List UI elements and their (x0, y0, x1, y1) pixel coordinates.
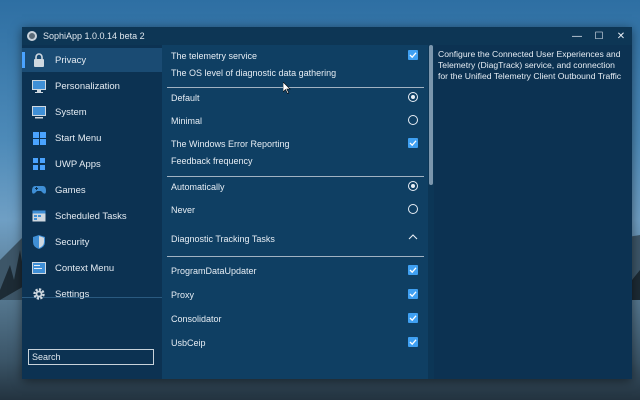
task-consolidator[interactable]: Consolidator (171, 311, 423, 327)
sidebar-item-label: System (55, 106, 87, 118)
tracking-tasks-expander[interactable]: Diagnostic Tracking Tasks (171, 231, 423, 247)
task-checkbox[interactable] (408, 289, 418, 299)
group-header: Diagnostic Tracking Tasks (171, 234, 275, 244)
setting-label: The telemetry service (171, 51, 258, 61)
option-label: Default (171, 93, 200, 103)
option-automatically[interactable]: Automatically (171, 179, 423, 195)
sidebar-item-scheduled-tasks[interactable]: Scheduled Tasks (22, 204, 162, 228)
gear-icon (32, 287, 46, 301)
minimize-button[interactable]: — (566, 27, 588, 45)
sidebar-item-start-menu[interactable]: Start Menu (22, 126, 162, 150)
sidebar-item-label: Privacy (55, 54, 87, 66)
sidebar-item-uwp-apps[interactable]: UWP Apps (22, 152, 162, 176)
context-menu-icon (32, 261, 46, 275)
setting-description: Configure the Connected User Experiences… (438, 49, 622, 81)
sidebar-item-label: Start Menu (55, 132, 102, 144)
task-label: Consolidator (171, 314, 222, 324)
chevron-up-icon[interactable] (408, 233, 418, 244)
sidebar-item-context-menu[interactable]: Context Menu (22, 256, 162, 280)
feedback-frequency-header: Feedback frequency (171, 153, 423, 169)
uwp-apps-icon (32, 157, 46, 171)
maximize-button[interactable]: ☐ (588, 27, 610, 45)
telemetry-service-checkbox[interactable] (408, 50, 418, 60)
task-proxy[interactable]: Proxy (171, 287, 423, 303)
default-radio[interactable] (408, 92, 418, 102)
sidebar-item-system[interactable]: System (22, 100, 162, 124)
task-label: Proxy (171, 290, 195, 300)
sidebar-item-label: Personalization (55, 80, 120, 92)
task-checkbox[interactable] (408, 313, 418, 323)
scrollbar-thumb[interactable] (429, 45, 433, 185)
group-header: Feedback frequency (171, 156, 253, 166)
close-button[interactable]: ✕ (610, 27, 632, 45)
sidebar-item-games[interactable]: Games (22, 178, 162, 202)
radio-selected-dot (411, 184, 415, 188)
window-controls: — ☐ ✕ (566, 27, 632, 45)
search-input[interactable] (28, 349, 154, 365)
error-reporting-checkbox[interactable] (408, 138, 418, 148)
setting-error-reporting[interactable]: The Windows Error Reporting (171, 136, 423, 152)
personalization-icon (32, 79, 46, 93)
title-bar[interactable]: SophiApp 1.0.0.14 beta 2 — ☐ ✕ (22, 27, 632, 45)
setting-label: The Windows Error Reporting (171, 139, 290, 149)
task-usbceip[interactable]: UsbCeip (171, 335, 423, 351)
description-panel: Configure the Connected User Experiences… (434, 45, 632, 379)
option-never[interactable]: Never (171, 202, 423, 218)
group-header: The OS level of diagnostic data gatherin… (171, 68, 337, 78)
task-label: UsbCeip (171, 338, 206, 348)
option-label: Automatically (171, 182, 225, 192)
window-title: SophiApp 1.0.0.14 beta 2 (43, 31, 145, 41)
divider (167, 256, 424, 257)
task-program-data-updater[interactable]: ProgramDataUpdater (171, 263, 423, 279)
system-icon (32, 105, 46, 119)
settings-list: The telemetry service The OS level of di… (162, 45, 432, 379)
start-menu-icon (32, 131, 46, 145)
app-window: SophiApp 1.0.0.14 beta 2 — ☐ ✕ Privacy P… (22, 27, 632, 379)
divider (167, 87, 424, 88)
sidebar-item-label: Scheduled Tasks (55, 210, 127, 222)
task-checkbox[interactable] (408, 337, 418, 347)
task-checkbox[interactable] (408, 265, 418, 275)
diagnostic-level-header: The OS level of diagnostic data gatherin… (171, 65, 423, 81)
setting-telemetry-service[interactable]: The telemetry service (171, 48, 423, 64)
sidebar-item-label: UWP Apps (55, 158, 101, 170)
sidebar: Privacy Personalization System Start Men… (22, 45, 162, 379)
task-label: ProgramDataUpdater (171, 266, 257, 276)
sidebar-item-label: Context Menu (55, 262, 115, 274)
app-logo-icon (27, 31, 37, 41)
sidebar-item-security[interactable]: Security (22, 230, 162, 254)
option-default[interactable]: Default (171, 90, 423, 106)
option-label: Never (171, 205, 196, 215)
sidebar-item-label: Security (55, 236, 90, 248)
mouse-cursor-icon (283, 82, 291, 94)
minimal-radio[interactable] (408, 115, 418, 125)
divider (167, 176, 424, 177)
privacy-icon (32, 53, 46, 67)
automatically-radio[interactable] (408, 181, 418, 191)
never-radio[interactable] (408, 204, 418, 214)
sidebar-item-privacy[interactable]: Privacy (22, 48, 162, 72)
shield-icon (32, 235, 46, 249)
sidebar-item-label: Games (55, 184, 86, 196)
sidebar-item-personalization[interactable]: Personalization (22, 74, 162, 98)
option-label: Minimal (171, 116, 203, 126)
scheduled-tasks-icon (32, 209, 46, 223)
sidebar-item-label: Settings (55, 288, 90, 300)
sidebar-item-settings[interactable]: Settings (22, 282, 162, 306)
option-minimal[interactable]: Minimal (171, 113, 423, 129)
radio-selected-dot (411, 95, 415, 99)
games-icon (32, 183, 46, 197)
